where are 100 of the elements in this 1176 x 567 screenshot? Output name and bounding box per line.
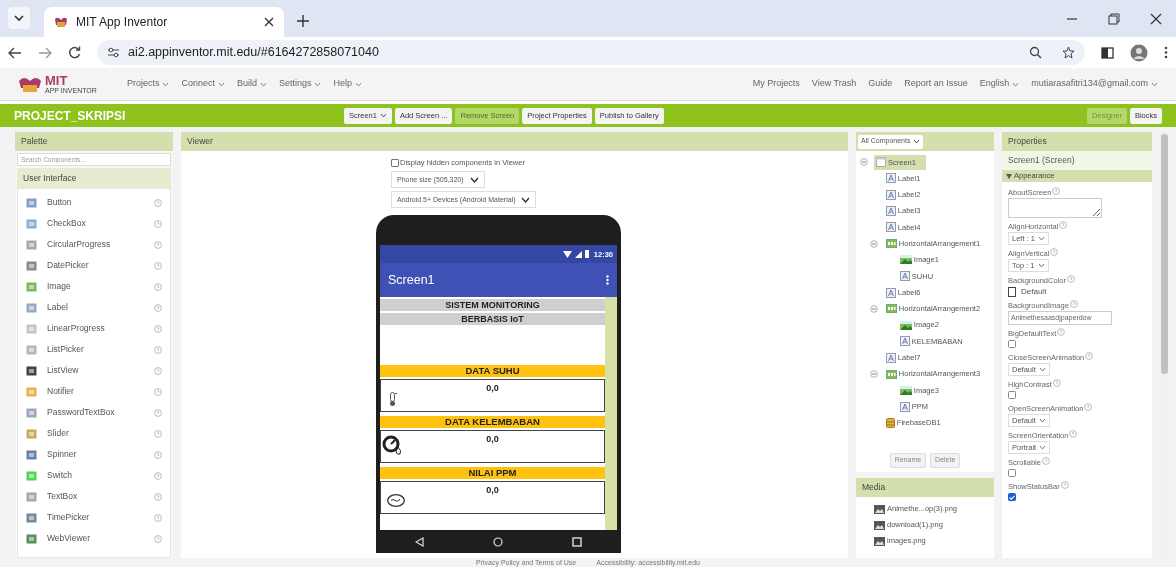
help-icon[interactable] [154,219,162,228]
palette-item[interactable]: DatePicker [18,255,170,276]
help-icon[interactable] [154,387,162,396]
label-text: BERBASIS IoT [380,313,605,326]
zoom-icon[interactable] [1029,46,1042,59]
help-icon[interactable] [154,303,162,312]
palette-item[interactable]: ListPicker [18,339,170,360]
browser-tab[interactable]: MIT App Inventor [44,7,284,37]
help-icon[interactable] [1059,221,1068,229]
help-icon[interactable] [154,471,162,480]
reload-icon[interactable] [68,46,81,59]
palette-item[interactable]: CircularProgress [18,234,170,255]
help-icon[interactable] [1066,275,1075,283]
palette-item[interactable]: Notifier [18,381,170,402]
help-icon[interactable] [1084,403,1093,411]
address-bar[interactable]: ai2.appinventor.mit.edu/#6164272858071040 [97,40,1085,65]
help-icon[interactable] [154,492,162,501]
collapse-toggle-icon[interactable] [860,158,868,167]
help-icon[interactable] [154,240,162,249]
back-icon[interactable] [8,46,22,59]
palette-item[interactable]: TimePicker [18,507,170,528]
color-swatch[interactable] [1008,286,1016,297]
help-icon[interactable] [1052,379,1061,387]
help-icon[interactable] [1041,457,1050,465]
help-icon[interactable] [154,366,162,375]
side-panel-icon[interactable] [1101,46,1114,59]
scrollbar-thumb[interactable] [1161,134,1168,374]
header-link[interactable]: mutiarasafitri134@gmail.com [1031,77,1158,91]
palette-item[interactable]: PasswordTextBox [18,402,170,423]
palette-item[interactable]: LinearProgress [18,318,170,339]
checkbox[interactable] [1008,340,1016,348]
caret-icon [1039,445,1047,450]
menu-item[interactable]: Settings [278,77,322,91]
help-icon[interactable] [1052,187,1061,195]
collapse-toggle-icon[interactable] [869,239,878,248]
checkbox[interactable] [391,158,399,167]
arrangement-icon [885,304,897,314]
restore-icon[interactable] [1108,12,1120,25]
help-icon[interactable] [154,282,162,291]
star-icon[interactable] [1062,46,1075,59]
more-options-icon[interactable] [1164,46,1168,59]
help-icon[interactable] [154,534,162,543]
text-area[interactable] [1008,198,1102,218]
checkbox[interactable] [1008,493,1016,501]
help-icon[interactable] [1085,352,1094,360]
new-tab-icon[interactable] [296,14,310,28]
help-icon[interactable] [154,450,162,459]
image-icon [899,320,912,330]
label-icon [885,173,896,184]
help-icon[interactable] [1069,430,1078,438]
help-icon[interactable] [154,429,162,438]
palette-item[interactable]: Label [18,297,170,318]
site-settings-icon[interactable] [107,47,120,58]
palette-item[interactable]: Spinner [18,444,170,465]
chevron-down-icon[interactable] [8,7,30,29]
palette-item[interactable]: Button [18,192,170,213]
help-icon[interactable] [1060,481,1069,489]
more-options-icon[interactable] [606,275,609,286]
palette-item[interactable]: ListView [18,360,170,381]
header-link[interactable]: View Trash [811,77,857,91]
close-icon[interactable] [264,17,274,27]
collapse-toggle-icon[interactable] [869,304,878,313]
checkbox[interactable] [1008,391,1016,399]
header-link[interactable]: English [979,77,1020,91]
menu-item[interactable]: Help [333,77,362,91]
help-icon[interactable] [154,345,162,354]
header-link[interactable]: Report an Issue [904,77,968,91]
help-icon[interactable] [1069,300,1078,308]
help-icon[interactable] [154,408,162,417]
component-icon [26,386,37,397]
palette-item[interactable]: Switch [18,465,170,486]
arrangement-icon [885,239,897,249]
close-icon[interactable] [1150,12,1162,25]
menu-item[interactable]: Connect [181,77,225,91]
image-icon [899,385,912,395]
help-icon[interactable] [1050,248,1059,256]
profile-avatar-icon[interactable] [1130,43,1148,62]
header-link[interactable]: Guide [868,77,893,91]
help-icon[interactable] [1057,328,1066,336]
recents-icon[interactable] [572,536,583,547]
menu-item[interactable]: Build [236,77,267,91]
section-header[interactable]: User Interface [17,168,171,188]
menu-item[interactable]: Projects [126,77,170,91]
header-link[interactable]: My Projects [752,77,800,91]
help-icon[interactable] [154,513,162,522]
palette-item[interactable]: CheckBox [18,213,170,234]
collapse-toggle-icon[interactable] [869,370,878,378]
image-icon [899,255,912,265]
help-icon[interactable] [154,198,162,207]
checkbox[interactable] [1008,469,1016,477]
palette-item[interactable]: Image [18,276,170,297]
section-label: DATA KELEMBABAN [380,416,605,429]
panel-header: Properties [1002,132,1152,151]
palette-item[interactable]: TextBox [18,486,170,507]
forward-icon[interactable] [38,46,52,59]
help-icon[interactable] [154,324,162,333]
palette-item[interactable]: WebViewer [18,528,170,549]
home-icon[interactable] [493,536,503,547]
help-icon[interactable] [154,261,162,270]
palette-item[interactable]: Slider [18,423,170,444]
